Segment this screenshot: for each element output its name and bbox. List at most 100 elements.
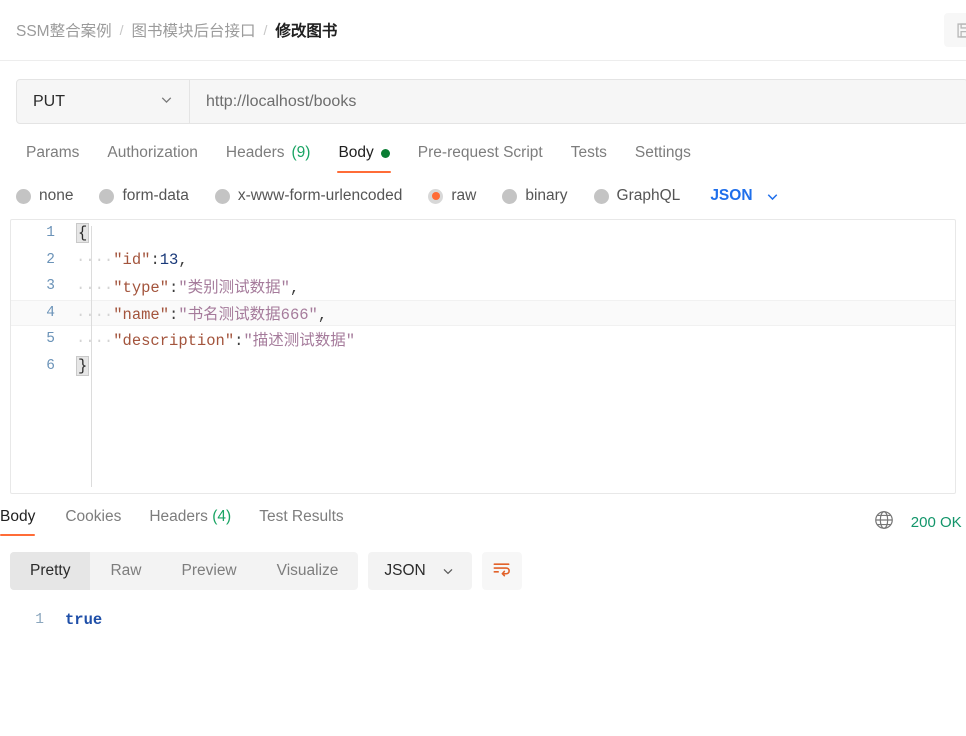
- view-mode-pretty[interactable]: Pretty: [10, 552, 90, 590]
- response-view-mode-group: Pretty Raw Preview Visualize: [10, 552, 358, 590]
- body-type-raw[interactable]: raw: [428, 187, 476, 205]
- body-type-graphql[interactable]: GraphQL: [594, 187, 681, 205]
- editor-line-number: 1: [11, 225, 69, 241]
- editor-line-content: }: [69, 357, 89, 375]
- tab-pre-request-script[interactable]: Pre-request Script: [404, 144, 557, 173]
- view-mode-pretty-label: Pretty: [30, 562, 70, 580]
- body-type-form-data[interactable]: form-data: [99, 187, 188, 205]
- tab-body-label: Body: [338, 144, 373, 162]
- editor-line[interactable]: 3····"type":"类别测试数据",: [11, 273, 955, 300]
- chevron-down-icon: [764, 188, 781, 205]
- body-type-graphql-label: GraphQL: [617, 187, 681, 205]
- tab-authorization[interactable]: Authorization: [93, 144, 211, 173]
- radio-icon: [215, 189, 230, 204]
- tab-settings[interactable]: Settings: [621, 144, 705, 173]
- tab-headers-count: (9): [291, 144, 310, 162]
- top-header-bar: SSM整合案例 / 图书模块后台接口 / 修改图书 Sa: [0, 0, 966, 61]
- body-format-select[interactable]: JSON: [710, 187, 780, 205]
- response-tab-body[interactable]: Body: [0, 508, 51, 536]
- breadcrumb-separator: /: [120, 22, 124, 38]
- body-type-raw-label: raw: [451, 187, 476, 205]
- editor-line[interactable]: 2····"id":13,: [11, 247, 955, 274]
- response-tab-headers-label: Headers: [149, 508, 208, 525]
- request-url-input[interactable]: [190, 80, 966, 123]
- view-mode-preview-label: Preview: [182, 562, 237, 580]
- request-tabs: Params Authorization Headers (9) Body Pr…: [0, 124, 966, 173]
- breadcrumb-item-collection[interactable]: SSM整合案例: [16, 19, 112, 41]
- request-body-editor[interactable]: 1{2····"id":13,3····"type":"类别测试数据",4···…: [10, 219, 956, 494]
- breadcrumb-item-folder[interactable]: 图书模块后台接口: [131, 19, 255, 41]
- save-button[interactable]: Sa: [944, 13, 966, 47]
- breadcrumb-item-request[interactable]: 修改图书: [275, 19, 337, 41]
- editor-line-content: ····"name":"书名测试数据666",: [69, 302, 327, 324]
- editor-line-number: 4: [11, 305, 69, 321]
- response-format-value: JSON: [384, 562, 425, 580]
- radio-selected-icon: [428, 189, 443, 204]
- radio-icon: [502, 189, 517, 204]
- view-mode-visualize-label: Visualize: [277, 562, 339, 580]
- http-method-value: PUT: [33, 93, 65, 111]
- response-tab-test-results-label: Test Results: [259, 508, 343, 525]
- tab-settings-label: Settings: [635, 144, 691, 162]
- response-line-value: true: [58, 611, 102, 629]
- editor-line-content: ····"id":13,: [69, 251, 188, 269]
- body-format-value: JSON: [710, 187, 752, 205]
- radio-icon: [594, 189, 609, 204]
- response-body-viewer[interactable]: 1true: [0, 590, 966, 632]
- editor-line-number: 3: [11, 278, 69, 294]
- response-view-toolbar: Pretty Raw Preview Visualize JSON: [0, 536, 966, 590]
- response-tab-cookies[interactable]: Cookies: [51, 508, 135, 536]
- request-url-bar-container: PUT: [0, 61, 966, 124]
- body-type-form-data-label: form-data: [122, 187, 188, 205]
- editor-line[interactable]: 1{: [11, 220, 955, 247]
- tab-headers-label: Headers: [226, 144, 285, 162]
- radio-icon: [16, 189, 31, 204]
- http-method-select[interactable]: PUT: [17, 80, 190, 123]
- body-type-binary[interactable]: binary: [502, 187, 567, 205]
- view-mode-raw[interactable]: Raw: [90, 552, 161, 590]
- request-url-bar: PUT: [16, 79, 966, 124]
- body-type-urlencoded-label: x-www-form-urlencoded: [238, 187, 403, 205]
- body-type-none-label: none: [39, 187, 73, 205]
- tab-tests[interactable]: Tests: [557, 144, 621, 173]
- response-tab-headers[interactable]: Headers (4): [135, 508, 245, 536]
- breadcrumb: SSM整合案例 / 图书模块后台接口 / 修改图书: [16, 19, 337, 41]
- chevron-down-icon: [158, 91, 175, 113]
- response-tabs-bar: Body Cookies Headers (4) Test Results 20…: [0, 494, 966, 536]
- editor-line[interactable]: 6}: [11, 353, 955, 380]
- body-type-none[interactable]: none: [16, 187, 73, 205]
- editor-line-number: 2: [11, 252, 69, 268]
- editor-line[interactable]: 4····"name":"书名测试数据666",: [11, 300, 955, 327]
- response-tab-cookies-label: Cookies: [65, 508, 121, 525]
- globe-icon[interactable]: [873, 509, 895, 535]
- tab-params-label: Params: [26, 144, 79, 162]
- tab-headers[interactable]: Headers (9): [212, 144, 325, 173]
- editor-line-content: ····"type":"类别测试数据",: [69, 275, 299, 297]
- breadcrumb-separator: /: [264, 22, 268, 38]
- tab-authorization-label: Authorization: [107, 144, 197, 162]
- word-wrap-icon: [491, 558, 512, 584]
- response-format-select[interactable]: JSON: [368, 552, 471, 590]
- response-tab-test-results[interactable]: Test Results: [245, 508, 357, 536]
- body-modified-dot-icon: [381, 149, 390, 158]
- body-type-urlencoded[interactable]: x-www-form-urlencoded: [215, 187, 403, 205]
- editor-line-number: 5: [11, 331, 69, 347]
- body-type-selector: none form-data x-www-form-urlencoded raw…: [0, 173, 966, 205]
- status-badge: 200 OK: [911, 514, 962, 531]
- gutter-divider: [91, 226, 92, 487]
- editor-line-number: 6: [11, 358, 69, 374]
- response-tab-headers-count: (4): [212, 508, 231, 525]
- tab-body[interactable]: Body: [324, 144, 403, 173]
- chevron-down-icon: [440, 563, 456, 579]
- editor-line-content: {: [69, 224, 89, 242]
- tab-params[interactable]: Params: [12, 144, 93, 173]
- response-status-group: 200 OK 1: [873, 509, 966, 535]
- response-line: 1true: [0, 608, 966, 632]
- response-line-number: 1: [0, 612, 58, 628]
- tab-tests-label: Tests: [571, 144, 607, 162]
- radio-icon: [99, 189, 114, 204]
- view-mode-preview[interactable]: Preview: [162, 552, 257, 590]
- editor-line[interactable]: 5····"description":"描述测试数据": [11, 326, 955, 353]
- view-mode-visualize[interactable]: Visualize: [257, 552, 359, 590]
- word-wrap-button[interactable]: [482, 552, 522, 590]
